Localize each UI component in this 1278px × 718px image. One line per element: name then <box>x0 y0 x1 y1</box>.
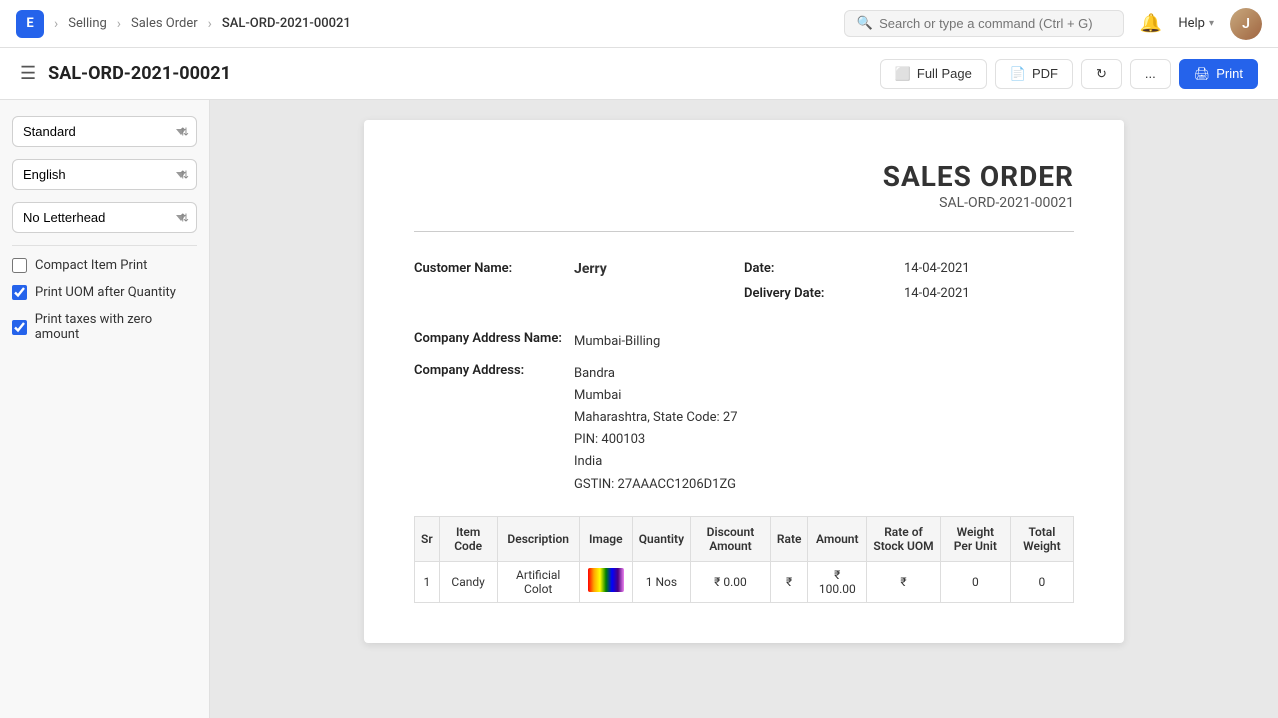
letterhead-select[interactable]: No Letterhead <box>12 202 197 233</box>
cell-item-code: Candy <box>439 561 497 602</box>
col-description: Description <box>497 516 579 561</box>
pdf-button[interactable]: 📄 PDF <box>995 59 1073 89</box>
compact-item-print-label: Compact Item Print <box>35 258 147 273</box>
print-uom-checkbox[interactable] <box>12 285 27 300</box>
print-uom-row: Print UOM after Quantity <box>12 285 197 300</box>
date-rows: Date: 14-04-2021 Delivery Date: 14-04-20… <box>744 256 1074 306</box>
search-bar[interactable]: 🔍 <box>844 10 1124 37</box>
print-taxes-checkbox[interactable] <box>12 320 27 335</box>
breadcrumb-sep-3: › <box>208 16 212 32</box>
breadcrumb-selling[interactable]: Selling <box>68 16 107 31</box>
page-title: SAL-ORD-2021-00021 <box>48 63 880 84</box>
print-icon: 🖨 <box>1194 66 1211 82</box>
compact-item-print-checkbox[interactable] <box>12 258 27 273</box>
doc-title-section: SALES ORDER SAL-ORD-2021-00021 <box>414 160 1074 211</box>
print-button[interactable]: 🖨 Print <box>1179 59 1258 89</box>
print-taxes-label: Print taxes with zero amount <box>35 312 197 342</box>
search-icon: 🔍 <box>857 16 873 31</box>
refresh-button[interactable]: ↻ <box>1081 59 1122 89</box>
cell-weight-per-unit: 0 <box>940 561 1010 602</box>
topnav-actions: 🔔 Help ▾ J <box>1140 8 1262 40</box>
company-address-row: Company Address: Bandra Mumbai Maharasht… <box>414 358 1074 516</box>
col-rate-stock-uom: Rate of Stock UOM <box>867 516 941 561</box>
cell-discount-amount: ₹ 0.00 <box>691 561 771 602</box>
sidebar: Standard English No Letterhead Compact I… <box>0 100 210 718</box>
company-address-value: Bandra Mumbai Maharashtra, State Code: 2… <box>574 363 738 496</box>
more-options-button[interactable]: ... <box>1130 59 1171 89</box>
col-total-weight: Total Weight <box>1010 516 1073 561</box>
info-grid: Customer Name: Jerry Date: 14-04-2021 De… <box>414 256 1074 306</box>
content-area: SALES ORDER SAL-ORD-2021-00021 Customer … <box>210 100 1278 718</box>
items-table: Sr Item Code Description Image Quantity … <box>414 516 1074 603</box>
document: SALES ORDER SAL-ORD-2021-00021 Customer … <box>364 120 1124 643</box>
col-discount-amount: Discount Amount <box>691 516 771 561</box>
help-label: Help <box>1178 16 1205 31</box>
customer-name-value: Jerry <box>574 261 607 277</box>
doc-divider <box>414 231 1074 232</box>
template-select-wrapper: Standard <box>12 116 197 147</box>
breadcrumb-sep-1: › <box>54 16 58 32</box>
customer-name-label: Customer Name: <box>414 261 574 277</box>
cell-description: Artificial Colot <box>497 561 579 602</box>
compact-item-print-row: Compact Item Print <box>12 258 197 273</box>
topnav: E › Selling › Sales Order › SAL-ORD-2021… <box>0 0 1278 48</box>
cell-amount: ₹ 100.00 <box>808 561 867 602</box>
letterhead-select-wrapper: No Letterhead <box>12 202 197 233</box>
doc-title: SALES ORDER <box>414 160 1074 193</box>
date-label: Date: <box>744 261 904 276</box>
cell-rate: ₹ <box>770 561 808 602</box>
customer-name-row: Customer Name: Jerry <box>414 256 744 306</box>
refresh-icon: ↻ <box>1096 66 1107 82</box>
sidebar-divider-1 <box>12 245 197 246</box>
hamburger-menu-icon[interactable]: ☰ <box>20 63 36 84</box>
pdf-icon: 📄 <box>1010 66 1026 82</box>
language-select[interactable]: English <box>12 159 197 190</box>
cell-rate-stock-uom: ₹ <box>867 561 941 602</box>
delivery-date-label: Delivery Date: <box>744 286 904 301</box>
print-uom-label: Print UOM after Quantity <box>35 285 176 300</box>
page-header: ☰ SAL-ORD-2021-00021 ⬜ Full Page 📄 PDF ↻… <box>0 48 1278 100</box>
date-value: 14-04-2021 <box>904 261 970 276</box>
item-image <box>588 568 624 592</box>
col-rate: Rate <box>770 516 808 561</box>
table-row: 1 Candy Artificial Colot 1 Nos ₹ 0.00 ₹ … <box>415 561 1074 602</box>
avatar[interactable]: J <box>1230 8 1262 40</box>
company-address-label: Company Address: <box>414 363 574 496</box>
col-quantity: Quantity <box>632 516 690 561</box>
cell-quantity: 1 Nos <box>632 561 690 602</box>
print-taxes-row: Print taxes with zero amount <box>12 312 197 342</box>
company-address-name-value: Mumbai-Billing <box>574 331 660 353</box>
doc-subtitle: SAL-ORD-2021-00021 <box>414 195 1074 211</box>
chevron-down-icon: ▾ <box>1209 18 1214 29</box>
col-item-code: Item Code <box>439 516 497 561</box>
cell-image <box>579 561 632 602</box>
page-actions: ⬜ Full Page 📄 PDF ↻ ... 🖨 Print <box>880 59 1258 89</box>
delivery-date-value: 14-04-2021 <box>904 286 970 301</box>
search-input[interactable] <box>879 16 1111 31</box>
col-image: Image <box>579 516 632 561</box>
col-amount: Amount <box>808 516 867 561</box>
col-weight-per-unit: Weight Per Unit <box>940 516 1010 561</box>
full-page-button[interactable]: ⬜ Full Page <box>880 59 987 89</box>
col-sr: Sr <box>415 516 440 561</box>
company-address-name-row: Company Address Name: Mumbai-Billing <box>414 326 1074 358</box>
cell-sr: 1 <box>415 561 440 602</box>
cell-total-weight: 0 <box>1010 561 1073 602</box>
full-page-icon: ⬜ <box>895 66 911 82</box>
app-logo[interactable]: E <box>16 10 44 38</box>
breadcrumb-sep-2: › <box>117 16 121 32</box>
breadcrumb-sales-order[interactable]: Sales Order <box>131 16 198 31</box>
template-select[interactable]: Standard <box>12 116 197 147</box>
help-menu[interactable]: Help ▾ <box>1170 12 1222 35</box>
language-select-wrapper: English <box>12 159 197 190</box>
main-layout: Standard English No Letterhead Compact I… <box>0 100 1278 718</box>
company-address-name-label: Company Address Name: <box>414 331 574 353</box>
breadcrumb-current: SAL-ORD-2021-00021 <box>222 16 351 31</box>
notification-bell-icon[interactable]: 🔔 <box>1140 13 1162 34</box>
